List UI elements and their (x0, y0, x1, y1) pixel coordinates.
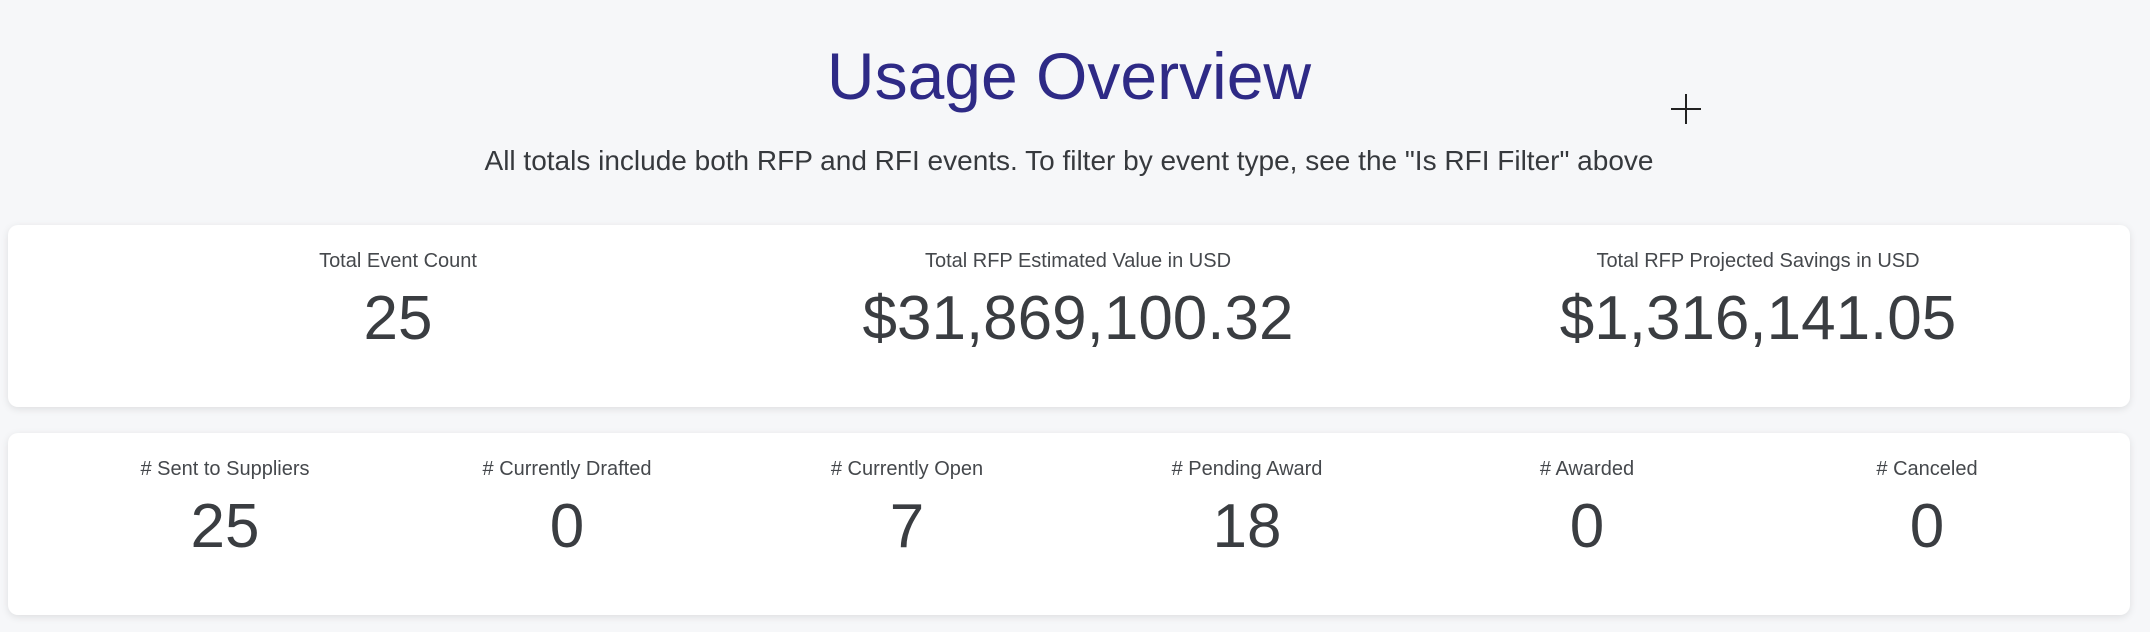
metric-sent-to-suppliers: # Sent to Suppliers 25 (65, 433, 385, 615)
metric-label: # Canceled (1876, 458, 1978, 480)
metric-value: $1,316,141.05 (1559, 284, 1957, 353)
metric-label: # Currently Open (830, 458, 984, 480)
metric-value: 25 (190, 492, 260, 561)
metric-pending-award: # Pending Award 18 (1087, 433, 1407, 615)
page-subtitle: All totals include both RFP and RFI even… (484, 145, 1654, 176)
metric-currently-open: # Currently Open 7 (747, 433, 1067, 615)
metric-value: 25 (363, 284, 433, 353)
metric-value: 7 (889, 492, 925, 561)
status-card: # Sent to Suppliers 25 # Currently Draft… (8, 433, 2130, 615)
metric-label: Total RFP Projected Savings in USD (1596, 250, 1920, 272)
metric-value: 18 (1212, 492, 1282, 561)
page-title: Usage Overview (826, 39, 1312, 113)
metric-value: 0 (1909, 492, 1945, 561)
metric-label: # Awarded (1539, 458, 1635, 480)
metric-label: Total Event Count (319, 250, 477, 272)
metric-label: # Currently Drafted (482, 458, 652, 480)
metric-awarded: # Awarded 0 (1427, 433, 1747, 615)
metric-value: 0 (549, 492, 585, 561)
metric-total-estimated-value: Total RFP Estimated Value in USD $31,869… (748, 225, 1408, 407)
metric-value: 0 (1569, 492, 1605, 561)
metric-label: # Sent to Suppliers (140, 458, 310, 480)
metric-canceled: # Canceled 0 (1767, 433, 2087, 615)
summary-card: Total Event Count 25 Total RFP Estimated… (8, 225, 2130, 407)
metric-currently-drafted: # Currently Drafted 0 (407, 433, 727, 615)
metric-total-projected-savings: Total RFP Projected Savings in USD $1,31… (1428, 225, 2088, 407)
metric-label: # Pending Award (1171, 458, 1323, 480)
crosshair-cursor-icon (1671, 94, 1701, 124)
metric-label: Total RFP Estimated Value in USD (924, 250, 1232, 272)
metric-value: $31,869,100.32 (862, 284, 1294, 353)
metric-total-event-count: Total Event Count 25 (88, 225, 708, 407)
